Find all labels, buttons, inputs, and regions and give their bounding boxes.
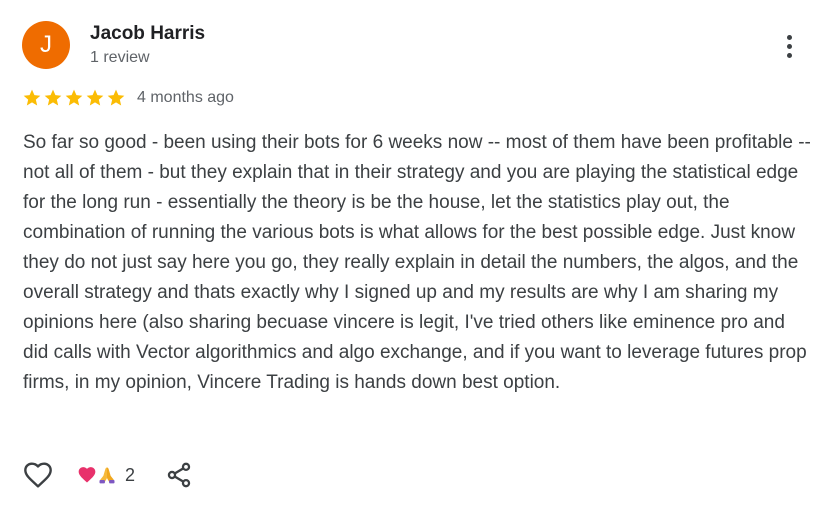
star-icon bbox=[65, 89, 83, 106]
heart-icon bbox=[78, 467, 96, 483]
review-date: 4 months ago bbox=[137, 89, 234, 106]
share-icon bbox=[167, 462, 191, 488]
review-card: J Jacob Harris 1 review 4 months ago So … bbox=[0, 0, 818, 510]
avatar-initial: J bbox=[40, 31, 52, 58]
review-text: So far so good - been using their bots f… bbox=[23, 132, 811, 393]
reaction-count: 2 bbox=[125, 464, 136, 485]
rating-row: 4 months ago bbox=[22, 87, 234, 109]
star-icon bbox=[44, 89, 62, 106]
like-button[interactable] bbox=[22, 459, 54, 491]
author-review-count: 1 review bbox=[90, 49, 150, 66]
heart-outline-icon bbox=[24, 462, 52, 488]
reactions-summary[interactable]: 2 bbox=[77, 462, 135, 488]
praying-hands-icon bbox=[99, 467, 115, 484]
star-icon bbox=[23, 89, 41, 106]
avatar[interactable]: J bbox=[22, 21, 70, 69]
star-icon bbox=[107, 89, 125, 106]
author-name[interactable]: Jacob Harris bbox=[90, 23, 205, 45]
share-button[interactable] bbox=[165, 461, 193, 489]
star-icon bbox=[86, 89, 104, 106]
star-rating bbox=[22, 88, 126, 108]
more-options-button[interactable] bbox=[774, 30, 804, 62]
more-vert-icon bbox=[786, 34, 792, 40]
